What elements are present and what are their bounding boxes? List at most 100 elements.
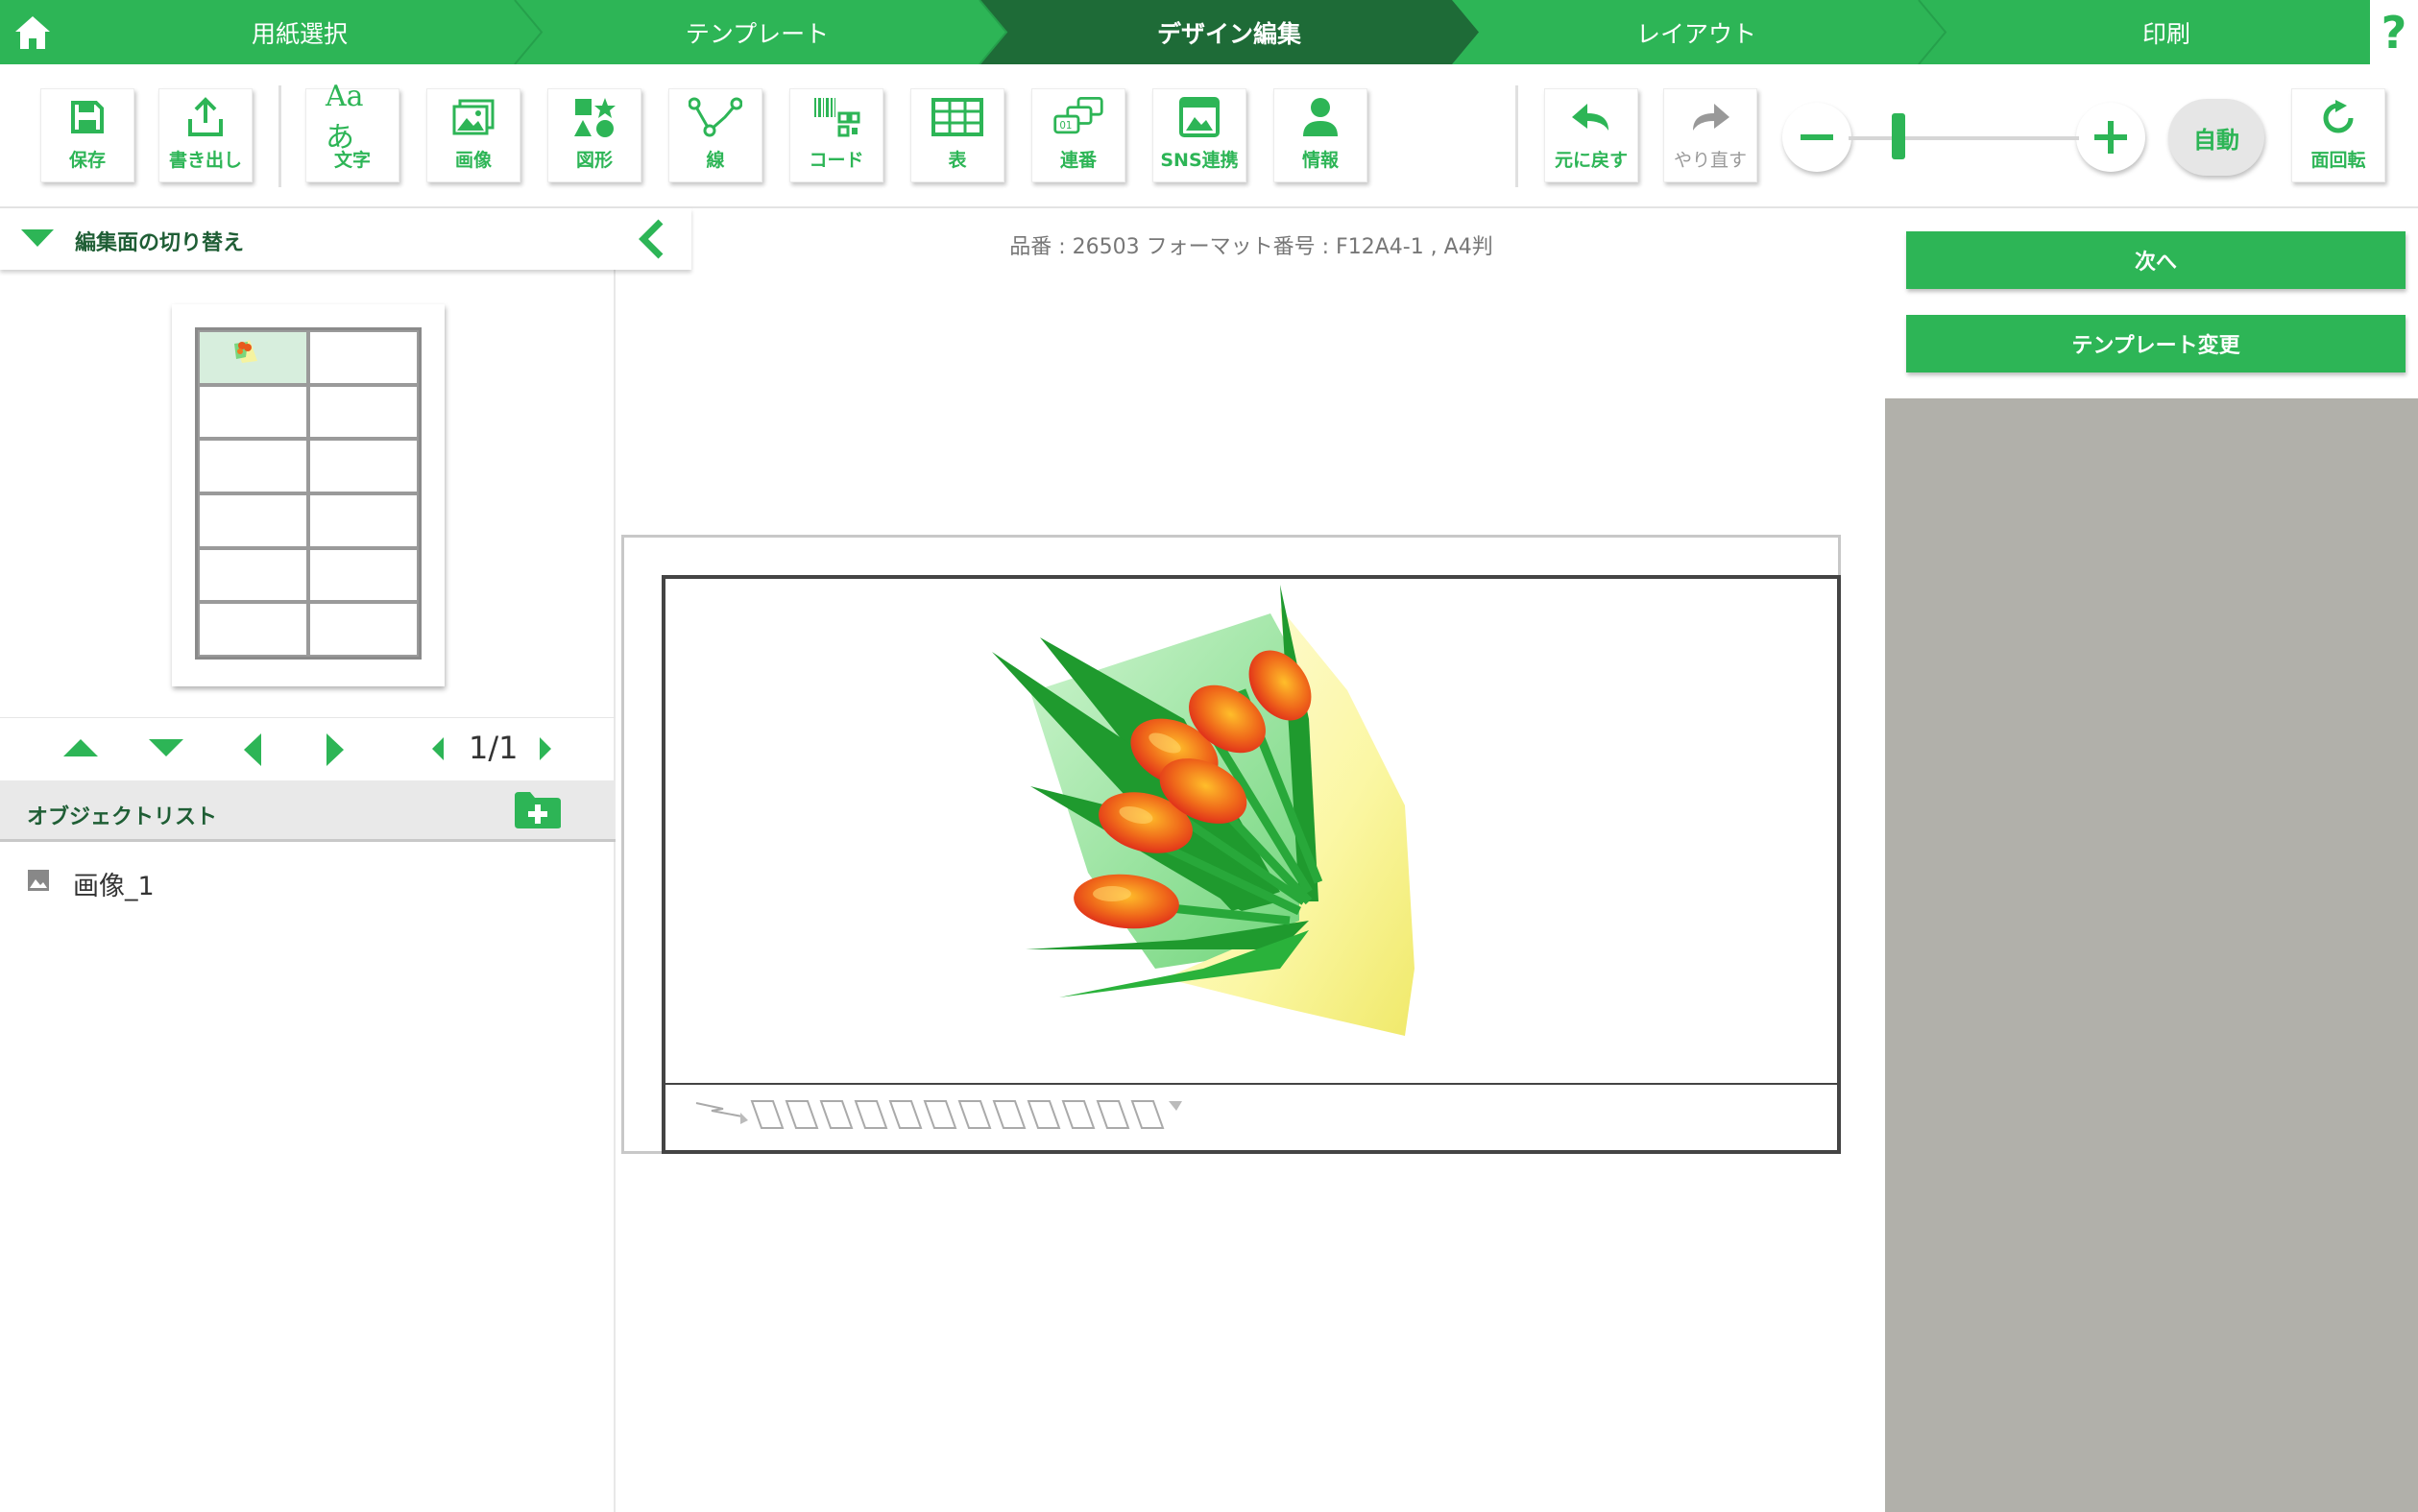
export-button[interactable]: 書き出し: [158, 88, 253, 182]
tulip-bouquet-image[interactable]: [992, 585, 1453, 1036]
object-list-title: オブジェクトリスト: [27, 805, 218, 829]
design-canvas-area: 品番 : 26503 フォーマット番号 : F12A4-1 , A4判: [617, 208, 1885, 1512]
sns-button[interactable]: SNS連携: [1152, 88, 1246, 182]
image-button[interactable]: 画像: [426, 88, 520, 182]
info-button[interactable]: 情報: [1273, 88, 1367, 182]
table-label: 表: [948, 150, 967, 171]
undo-button[interactable]: 元に戻す: [1544, 88, 1638, 182]
line-label: 線: [706, 150, 725, 171]
change-template-label: テンプレート変更: [2071, 334, 2240, 358]
person-icon: [1303, 98, 1338, 136]
text-label: 文字: [333, 150, 371, 171]
zoom-out-button[interactable]: [1782, 103, 1851, 172]
step-print[interactable]: 印刷: [1941, 0, 2392, 64]
arrow-down-icon[interactable]: [149, 739, 183, 756]
label-edit-area[interactable]: [662, 575, 1841, 1154]
object-name: 画像_1: [73, 872, 155, 901]
property-panel-empty: [1885, 398, 2418, 1512]
table-icon: [931, 98, 983, 136]
serial-button[interactable]: 01 連番: [1031, 88, 1125, 182]
save-label: 保存: [68, 150, 106, 171]
table-button[interactable]: 表: [910, 88, 1004, 182]
thumbnail-cell[interactable]: [308, 439, 419, 493]
step-paper-select[interactable]: 用紙選択: [64, 0, 535, 64]
page-thumbnail[interactable]: [172, 304, 445, 686]
next-label: 次へ: [2134, 251, 2177, 275]
serial-label: 連番: [1059, 150, 1097, 171]
step-separator: [1918, 0, 1947, 64]
export-label: 書き出し: [168, 150, 242, 171]
thumbnail-cell-selected[interactable]: [198, 330, 308, 385]
home-button[interactable]: [0, 0, 64, 64]
auto-zoom-button[interactable]: 自動: [2168, 99, 2264, 176]
object-list-item[interactable]: 画像_1: [0, 857, 616, 905]
help-icon: ?: [2381, 6, 2407, 59]
home-icon: [14, 15, 50, 49]
sns-label: SNS連携: [1160, 150, 1239, 171]
code-button[interactable]: コード: [789, 88, 883, 182]
arrow-up-icon[interactable]: [63, 739, 98, 756]
image-icon: [28, 870, 49, 891]
thumbnail-cell[interactable]: [308, 547, 419, 603]
change-template-button[interactable]: テンプレート変更: [1906, 315, 2406, 372]
product-info: 品番 : 26503 フォーマット番号 : F12A4-1 , A4判: [1009, 235, 1493, 259]
page-prev-icon[interactable]: [432, 737, 444, 760]
zoom-slider-track[interactable]: [1849, 136, 2079, 140]
line-button[interactable]: 線: [668, 88, 762, 182]
redo-button[interactable]: やり直す: [1663, 88, 1757, 182]
object-list-header: オブジェクトリスト: [0, 780, 616, 842]
code-label: コード: [809, 150, 864, 171]
save-button[interactable]: 保存: [40, 88, 134, 182]
info-label: 情報: [1301, 150, 1339, 171]
thumbnail-cell[interactable]: [308, 493, 419, 548]
undo-label: 元に戻す: [1554, 150, 1628, 171]
add-folder-icon[interactable]: [513, 790, 563, 830]
minus-icon: [1801, 134, 1833, 140]
text-button[interactable]: Aaあ 文字: [305, 80, 399, 182]
thumbnail-cell[interactable]: [308, 602, 419, 657]
redo-label: やり直す: [1673, 150, 1747, 171]
thumbnail-cell[interactable]: [308, 330, 419, 385]
thumbnail-cell[interactable]: [198, 602, 308, 657]
page-count: 1/1: [469, 730, 519, 766]
shape-button[interactable]: 図形: [547, 88, 641, 182]
redo-icon: [1693, 104, 1729, 131]
rotate-button[interactable]: 面回転: [2291, 88, 2385, 182]
arrow-left-icon[interactable]: [244, 733, 261, 766]
sns-icon: [1179, 97, 1220, 137]
step-separator: [979, 0, 1008, 64]
right-panel: 次へ テンプレート変更: [1885, 208, 2418, 1512]
zoom-in-button[interactable]: [2076, 103, 2145, 172]
triangle-down-icon: [21, 229, 54, 247]
svg-text:01: 01: [1059, 120, 1072, 132]
rotate-icon: [2323, 100, 2354, 133]
thumbnail-cell[interactable]: [198, 384, 308, 440]
toolbar-divider: [1515, 85, 1518, 187]
thumbnail-cell[interactable]: [198, 547, 308, 603]
postal-barcode-placeholder: [695, 1100, 1182, 1129]
save-icon: [71, 101, 104, 133]
help-button[interactable]: ?: [2370, 0, 2418, 64]
step-separator: [514, 0, 544, 64]
thumbnail-cell[interactable]: [198, 439, 308, 493]
line-icon: [689, 97, 742, 137]
step-layout[interactable]: レイアウト: [1479, 0, 1914, 64]
arrow-right-icon[interactable]: [326, 733, 344, 766]
step-template[interactable]: テンプレート: [535, 0, 979, 64]
label-divider-line: [665, 1083, 1837, 1085]
step-design-edit[interactable]: デザイン編集: [1006, 0, 1452, 64]
page-next-icon[interactable]: [540, 737, 551, 760]
zoom-slider-thumb[interactable]: [1892, 113, 1906, 159]
step-label: テンプレート: [685, 19, 830, 48]
text-icon: Aaあ: [326, 79, 364, 155]
left-panel: 編集面の切り替え 1/1 オブジェクトリスト 画像_1: [0, 208, 691, 1512]
collapse-panel-icon[interactable]: [636, 218, 666, 260]
thumbnail-label-grid: [195, 327, 422, 660]
image-label: 画像: [454, 150, 492, 171]
switch-title: 編集面の切り替え: [75, 231, 245, 255]
thumbnail-cell[interactable]: [308, 384, 419, 440]
edit-surface-switch-header[interactable]: 編集面の切り替え: [0, 208, 691, 270]
thumbnail-cell[interactable]: [198, 493, 308, 548]
next-button[interactable]: 次へ: [1906, 231, 2406, 289]
flower-thumbnail-icon: [234, 340, 257, 363]
